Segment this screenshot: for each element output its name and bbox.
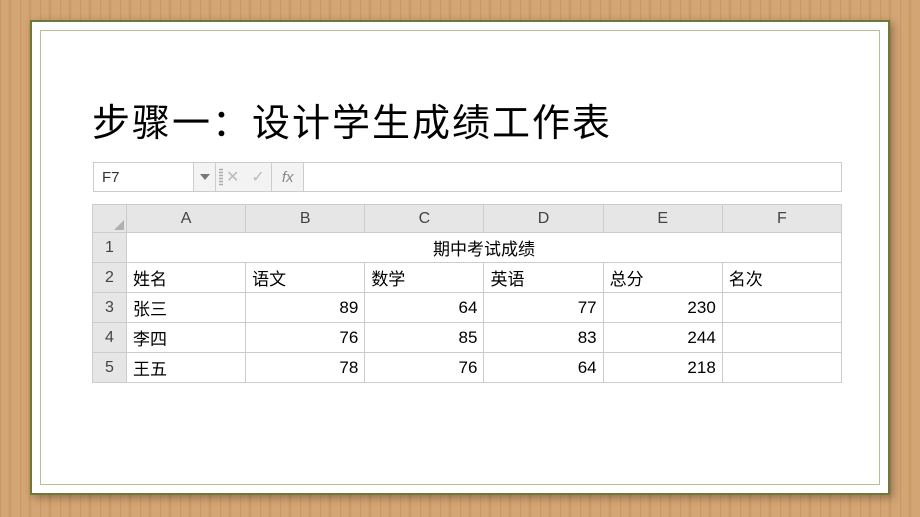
row-header-4[interactable]: 4 — [93, 323, 127, 353]
col-header-b[interactable]: B — [246, 205, 365, 233]
chevron-down-icon — [200, 174, 210, 180]
row-header-2[interactable]: 2 — [93, 263, 127, 293]
cell-e5[interactable]: 218 — [603, 353, 722, 383]
col-header-d[interactable]: D — [484, 205, 603, 233]
cell-d5[interactable]: 64 — [484, 353, 603, 383]
col-header-f[interactable]: F — [722, 205, 841, 233]
cell-d2[interactable]: 英语 — [484, 263, 603, 293]
formula-bar: F7 ✕ ✓ fx — [93, 162, 842, 192]
cell-f3[interactable] — [722, 293, 841, 323]
col-header-c[interactable]: C — [365, 205, 484, 233]
excel-screenshot: F7 ✕ ✓ fx A B C D E F 1 期中考试成 — [92, 162, 842, 383]
enter-icon[interactable]: ✓ — [251, 167, 264, 187]
cell-c2[interactable]: 数学 — [365, 263, 484, 293]
fx-button[interactable]: fx — [272, 163, 305, 191]
cell-f2[interactable]: 名次 — [722, 263, 841, 293]
cell-f5[interactable] — [722, 353, 841, 383]
row-header-1[interactable]: 1 — [93, 233, 127, 263]
cell-c5[interactable]: 76 — [365, 353, 484, 383]
cell-b3[interactable]: 89 — [246, 293, 365, 323]
spreadsheet-grid: A B C D E F 1 期中考试成绩 2 姓名 语文 数学 英语 总分 名次 — [92, 204, 842, 383]
cell-d4[interactable]: 83 — [484, 323, 603, 353]
cell-a2[interactable]: 姓名 — [127, 263, 246, 293]
cancel-icon[interactable]: ✕ — [226, 167, 239, 187]
cell-c3[interactable]: 64 — [365, 293, 484, 323]
cell-b4[interactable]: 76 — [246, 323, 365, 353]
cell-merged-title[interactable]: 期中考试成绩 — [127, 233, 842, 263]
slide-title: 步骤一：设计学生成绩工作表 — [92, 92, 838, 147]
cell-e4[interactable]: 244 — [603, 323, 722, 353]
row-header-5[interactable]: 5 — [93, 353, 127, 383]
select-all-corner[interactable] — [93, 205, 127, 233]
row-header-3[interactable]: 3 — [93, 293, 127, 323]
formula-input[interactable] — [304, 163, 841, 191]
col-header-e[interactable]: E — [603, 205, 722, 233]
name-box-dropdown[interactable] — [194, 163, 216, 191]
cell-c4[interactable]: 85 — [365, 323, 484, 353]
cell-d3[interactable]: 77 — [484, 293, 603, 323]
cell-e3[interactable]: 230 — [603, 293, 722, 323]
cell-e2[interactable]: 总分 — [603, 263, 722, 293]
cell-a4[interactable]: 李四 — [127, 323, 246, 353]
cell-b5[interactable]: 78 — [246, 353, 365, 383]
cell-f4[interactable] — [722, 323, 841, 353]
cell-a5[interactable]: 王五 — [127, 353, 246, 383]
formula-controls: ✕ ✓ — [216, 163, 272, 191]
col-header-a[interactable]: A — [127, 205, 246, 233]
cell-a3[interactable]: 张三 — [127, 293, 246, 323]
name-box[interactable]: F7 — [94, 163, 194, 191]
cell-b2[interactable]: 语文 — [246, 263, 365, 293]
slide-card: 步骤一：设计学生成绩工作表 F7 ✕ ✓ fx A B C D E F — [30, 20, 890, 495]
